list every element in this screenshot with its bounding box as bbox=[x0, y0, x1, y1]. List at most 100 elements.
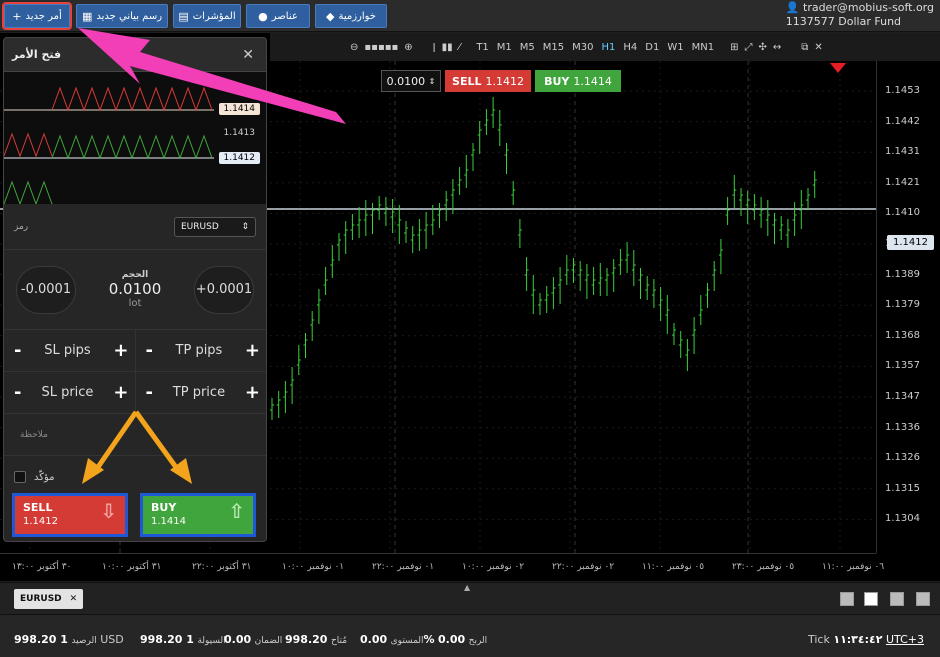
clock-value: ١١:٣٤:٤٢ bbox=[833, 633, 883, 646]
price-axis-label: 1.1326 bbox=[885, 452, 920, 464]
price-axis-label: 1.1347 bbox=[885, 391, 920, 402]
time-axis-label: ٠٥ نوفمبر ٢٣:٠٠ bbox=[732, 562, 795, 572]
mini-mid-label: 1.1413 bbox=[223, 128, 256, 138]
volume-increase-button[interactable]: +0.0001 bbox=[194, 265, 254, 314]
confirm-checkbox[interactable] bbox=[14, 471, 26, 483]
price-axis-label: 1.1389 bbox=[885, 268, 920, 280]
level-status: 0.00 المستوى% bbox=[360, 633, 435, 646]
volume-value: 0.0100 bbox=[108, 280, 162, 298]
quick-sell-label: SELL bbox=[452, 74, 482, 88]
price-axis-label: 1.1421 bbox=[885, 176, 920, 188]
price-axis-label: 1.1304 bbox=[885, 513, 920, 525]
tp-price-label[interactable]: TP price bbox=[173, 385, 225, 400]
price-axis-label: 1.1379 bbox=[885, 299, 920, 311]
layout-single-icon[interactable] bbox=[840, 592, 854, 606]
new-order-button[interactable]: + أمر جديد bbox=[2, 2, 72, 30]
price-axis-label: 1.1431 bbox=[885, 146, 920, 158]
profit-label: الربح bbox=[468, 636, 488, 646]
account-info[interactable]: 👤 trader@mobius-soft.org 1137577 Dollar … bbox=[786, 1, 934, 29]
balance-value: 998.20 1 bbox=[14, 633, 68, 646]
symbol-row: رمز EURUSD ⇕ bbox=[4, 204, 266, 250]
tp-pips-plus-button[interactable]: + bbox=[245, 340, 260, 361]
new-chart-button[interactable]: ▦ رسم بياني جديد bbox=[76, 4, 168, 28]
objects-label: عناصر bbox=[271, 10, 298, 22]
close-tab-icon[interactable]: ✕ bbox=[70, 594, 78, 604]
tp-pips-label[interactable]: TP pips bbox=[176, 343, 223, 358]
close-icon[interactable]: ✕ bbox=[242, 47, 254, 63]
tp-price-control: - TP price + bbox=[136, 372, 267, 413]
sl-pips-minus-button[interactable]: - bbox=[14, 340, 21, 361]
volume-display[interactable]: الحجم 0.0100 lot bbox=[109, 270, 162, 309]
new-chart-label: رسم بياني جديد bbox=[96, 10, 163, 22]
quick-trade-panel: 0.0100 ⇕ SELL 1.1412 BUY 1.1414 bbox=[381, 70, 621, 92]
confirm-row: مؤكّد bbox=[4, 456, 266, 498]
price-axis-label: 1.1357 bbox=[885, 360, 920, 372]
objects-icon: ● bbox=[258, 9, 268, 23]
tab-label: EURUSD bbox=[20, 594, 62, 604]
sl-pips-label[interactable]: SL pips bbox=[44, 343, 91, 358]
price-row: - SL price + - TP price + bbox=[4, 372, 266, 414]
status-bar: 998.20 1 الرصيد USD 998.20 1 السيولة 0.0… bbox=[0, 614, 940, 657]
collapse-icon[interactable]: ▲ bbox=[464, 583, 470, 592]
sell-button[interactable]: SELL 1.1412 ⇩ bbox=[12, 493, 128, 537]
layout-columns-icon[interactable] bbox=[890, 592, 904, 606]
chart-tabs-bar: EURUSD ✕ ▲ bbox=[0, 582, 940, 614]
free-margin-status: 998.20 مُتاح bbox=[285, 633, 347, 646]
indicators-label: المؤشرات bbox=[192, 10, 236, 22]
symbol-value: EURUSD bbox=[181, 221, 219, 232]
price-axis-label: 1.1368 bbox=[885, 329, 920, 341]
balance-label: الرصيد bbox=[71, 636, 97, 646]
account-id: 1137577 bbox=[785, 15, 835, 28]
order-panel-title: فتح الأمر bbox=[12, 48, 62, 61]
time-axis-label: ٣١ أكتوبر ١٠:٠٠ bbox=[102, 562, 162, 572]
layout-rows-icon[interactable] bbox=[916, 592, 930, 606]
algorithms-button[interactable]: ◆ خوارزمية bbox=[315, 4, 387, 28]
time-axis-label: ٠٢ نوفمبر ١٠:٠٠ bbox=[462, 562, 525, 572]
tp-pips-minus-button[interactable]: - bbox=[146, 340, 153, 361]
margin-label: الضمان bbox=[254, 636, 283, 646]
sl-price-minus-button[interactable]: - bbox=[14, 382, 21, 403]
mini-price-chart: 1.1414 1.1413 1.1412 bbox=[4, 72, 266, 206]
time-axis-label: ٣١ أكتوبر ٢٢:٠٠ bbox=[192, 562, 252, 572]
balance-status: 998.20 1 الرصيد USD bbox=[14, 633, 124, 646]
buy-button[interactable]: BUY 1.1414 ⇧ bbox=[140, 493, 256, 537]
sl-price-control: - SL price + bbox=[4, 372, 136, 413]
sl-pips-plus-button[interactable]: + bbox=[113, 340, 128, 361]
quick-buy-button[interactable]: BUY 1.1414 bbox=[535, 70, 621, 92]
level-value: 0.00 bbox=[360, 633, 388, 646]
updown-icon: ⇕ bbox=[241, 221, 249, 232]
algorithms-label: خوارزمية bbox=[338, 10, 376, 22]
order-panel: فتح الأمر ✕ 1.1414 1.1413 1.1412 رمز EUR… bbox=[3, 37, 267, 542]
timezone-select[interactable]: UTC+3 bbox=[886, 633, 924, 646]
time-axis-label: ٣٠ أكتوبر ١٣:٠٠ bbox=[12, 562, 72, 572]
user-icon: 👤 bbox=[785, 1, 800, 14]
profit-value: 0.00 bbox=[438, 633, 466, 646]
quick-volume-input[interactable]: 0.0100 ⇕ bbox=[381, 70, 441, 92]
tab-eurusd[interactable]: EURUSD ✕ bbox=[14, 589, 84, 609]
symbol-select[interactable]: EURUSD ⇕ bbox=[174, 216, 256, 237]
sl-price-plus-button[interactable]: + bbox=[113, 382, 128, 403]
volume-decrease-button[interactable]: -0.0001 bbox=[16, 265, 76, 314]
time-axis-label: ٠٥ نوفمبر ١١:٠٠ bbox=[642, 562, 705, 572]
comment-input[interactable]: ملاحظة bbox=[4, 414, 266, 456]
price-axis-label: 1.1410 bbox=[885, 207, 920, 219]
arrow-up-icon: ⇧ bbox=[228, 499, 245, 523]
volume-label: الحجم bbox=[121, 270, 149, 280]
price-axis-label: 1.1453 bbox=[885, 85, 920, 96]
quick-buy-label: BUY bbox=[544, 74, 570, 88]
tp-price-minus-button[interactable]: - bbox=[146, 382, 153, 403]
sl-price-label[interactable]: SL price bbox=[41, 385, 93, 400]
price-axis-label: 1.1315 bbox=[885, 482, 920, 494]
price-axis-label: 1.1336 bbox=[885, 421, 920, 433]
alert-marker-icon bbox=[830, 63, 846, 73]
free-margin-value: 998.20 bbox=[285, 633, 328, 646]
objects-button[interactable]: ● عناصر bbox=[246, 4, 310, 28]
quick-sell-button[interactable]: SELL 1.1412 bbox=[445, 70, 531, 92]
pips-row: - SL pips + - TP pips + bbox=[4, 330, 266, 372]
layout-grid-icon[interactable] bbox=[864, 592, 878, 606]
tp-price-plus-button[interactable]: + bbox=[245, 382, 260, 403]
symbol-label: رمز bbox=[14, 221, 29, 232]
quick-sell-price: 1.1412 bbox=[485, 74, 524, 88]
indicators-button[interactable]: ▤ المؤشرات bbox=[173, 4, 241, 28]
new-order-label: أمر جديد bbox=[25, 10, 62, 22]
